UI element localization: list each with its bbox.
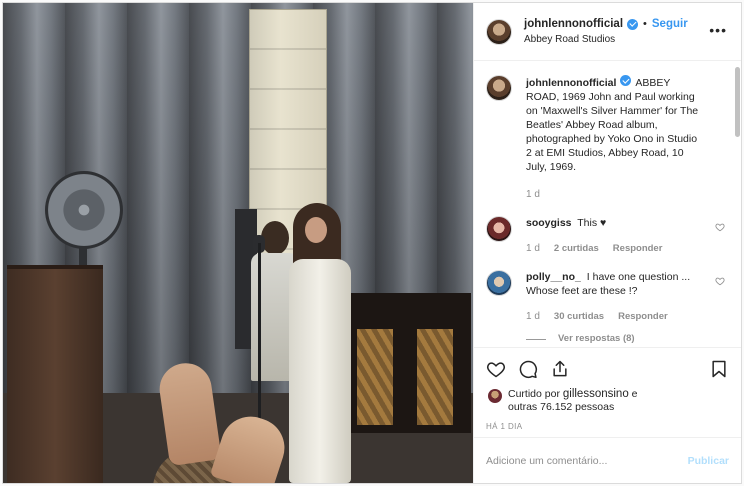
caption-text: ABBEY ROAD, 1969 John and Paul working o… — [526, 77, 699, 173]
comment-likes[interactable]: 2 curtidas — [554, 242, 599, 256]
reply-button[interactable]: Responder — [613, 242, 663, 256]
liker-username[interactable]: gillessonsino — [563, 388, 629, 400]
likes-count[interactable]: outras 76.152 pessoas — [508, 401, 614, 413]
post-header: johnlennonofficial • Seguir Abbey Road S… — [474, 3, 741, 61]
post-location[interactable]: Abbey Road Studios — [524, 34, 688, 45]
view-replies-button[interactable]: Ver respostas (8) — [526, 332, 704, 346]
separator-dot: • — [643, 18, 647, 30]
bookmark-icon[interactable] — [709, 359, 729, 379]
comment-item: sooygiss This ♥ 1 d 2 curtidas Responder — [486, 216, 729, 256]
comment-icon[interactable] — [518, 359, 538, 379]
heart-icon[interactable] — [486, 359, 506, 379]
commenter-avatar[interactable] — [486, 270, 512, 296]
photo-piano — [339, 293, 471, 433]
photo-fan — [45, 171, 123, 249]
photo-feet — [153, 359, 293, 483]
post-photo[interactable] — [3, 3, 473, 483]
photo-cabinet — [7, 265, 103, 483]
comment-item: polly__no_ I have one question ... Whose… — [486, 270, 729, 346]
instagram-post: johnlennonofficial • Seguir Abbey Road S… — [2, 2, 742, 484]
author-avatar[interactable] — [486, 18, 512, 45]
comment-input[interactable] — [486, 454, 688, 467]
comment-text: This ♥ — [577, 217, 607, 229]
view-replies-label: Ver respostas (8) — [558, 333, 635, 344]
comment-time[interactable]: 1 d — [526, 242, 540, 256]
liker-avatar[interactable] — [488, 389, 502, 403]
reply-button[interactable]: Responder — [618, 310, 668, 324]
commenter-username[interactable]: sooygiss — [526, 217, 572, 229]
commenter-avatar[interactable] — [486, 216, 512, 242]
share-icon[interactable] — [550, 359, 570, 379]
photo-person-john — [285, 203, 357, 483]
commenter-username[interactable]: polly__no_ — [526, 271, 581, 283]
heart-icon[interactable] — [715, 222, 725, 232]
author-username[interactable]: johnlennonofficial — [524, 18, 623, 30]
comments-list[interactable]: johnlennonofficial ABBEY ROAD, 1969 John … — [474, 61, 741, 347]
caption-time[interactable]: 1 d — [526, 188, 540, 202]
publish-button[interactable]: Publicar — [688, 455, 729, 467]
add-comment-bar: Publicar — [474, 437, 741, 483]
more-icon[interactable]: ••• — [709, 23, 727, 37]
caption-avatar[interactable] — [486, 75, 512, 101]
post-actions: Curtido por gillessonsino e outras 76.15… — [474, 347, 741, 437]
post-side-panel: johnlennonofficial • Seguir Abbey Road S… — [473, 3, 741, 483]
comment-likes[interactable]: 30 curtidas — [554, 310, 604, 324]
post-timestamp[interactable]: HÁ 1 DIA — [486, 422, 729, 431]
caption-username[interactable]: johnlennonofficial — [526, 77, 616, 89]
likes-summary: Curtido por gillessonsino e outras 76.15… — [486, 388, 729, 414]
verified-icon — [620, 75, 632, 86]
follow-button[interactable]: Seguir — [652, 18, 688, 30]
heart-icon[interactable] — [715, 276, 725, 286]
verified-icon — [627, 18, 639, 30]
comment-time[interactable]: 1 d — [526, 310, 540, 324]
caption: johnlennonofficial ABBEY ROAD, 1969 John … — [486, 75, 729, 202]
comments-scrollbar[interactable] — [735, 67, 740, 137]
